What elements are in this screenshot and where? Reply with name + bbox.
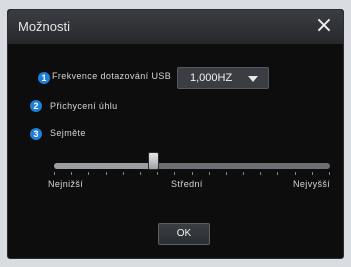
chevron-down-icon: [248, 76, 258, 82]
close-icon[interactable]: ×: [313, 15, 335, 37]
slider-label-middle: Střední: [171, 179, 203, 189]
setting-label-usb-polling: Frekvence dotazování USB: [52, 71, 172, 81]
setting-label-lift-off: Sejměte: [50, 128, 86, 138]
slider-tick: [140, 172, 141, 175]
dialog-title: Možnosti: [18, 19, 71, 34]
title-bar: Možnosti ×: [8, 10, 343, 44]
ok-button[interactable]: OK: [158, 223, 210, 245]
slider-tick: [54, 172, 55, 175]
slider-tick: [295, 172, 296, 175]
slider-tick: [123, 172, 124, 175]
slider-label-highest: Nejvyšší: [293, 179, 331, 189]
slider-fill: [54, 163, 153, 169]
slider-tick: [209, 172, 210, 175]
step-badge-1: 1: [38, 72, 50, 84]
step-badge-2: 2: [30, 100, 42, 112]
slider-tick: [226, 172, 227, 175]
slider-tick: [312, 172, 313, 175]
slider-tick: [174, 172, 175, 175]
options-dialog: Možnosti × 1 Frekvence dotazování USB 1,…: [7, 9, 344, 259]
slider-tick: [329, 172, 330, 175]
slider-tick: [277, 172, 278, 175]
slider-label-lowest: Nejnižší: [48, 179, 84, 189]
slider-tick: [192, 172, 193, 175]
step-badge-3: 3: [30, 128, 42, 140]
slider-ticks: [54, 172, 330, 175]
slider-thumb[interactable]: [148, 152, 159, 170]
slider-tick: [260, 172, 261, 175]
slider-tick: [71, 172, 72, 175]
slider-tick: [157, 172, 158, 175]
setting-label-angle-snapping[interactable]: Přichycení úhlu: [50, 101, 118, 111]
usb-poll-rate-value: 1,000HZ: [190, 72, 233, 84]
slider-tick: [243, 172, 244, 175]
options-window: Možnosti × 1 Frekvence dotazování USB 1,…: [0, 0, 351, 267]
slider-tick: [88, 172, 89, 175]
usb-poll-rate-select[interactable]: 1,000HZ: [177, 67, 269, 89]
slider-tick: [106, 172, 107, 175]
